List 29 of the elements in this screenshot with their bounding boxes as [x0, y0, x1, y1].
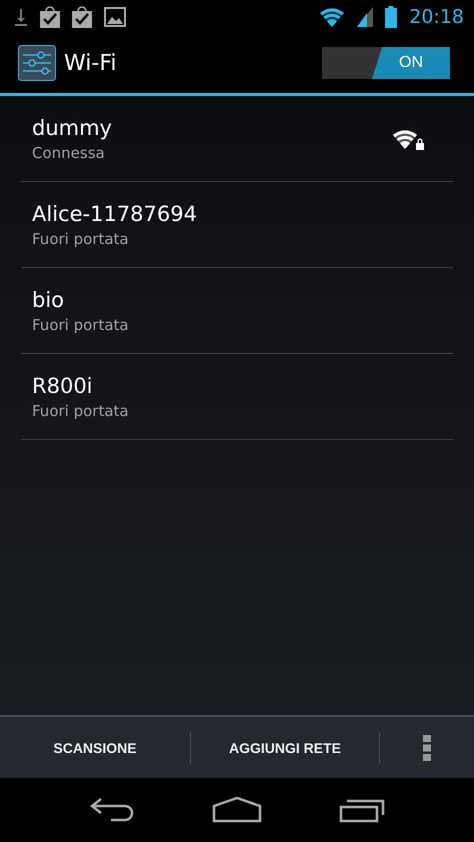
network-status: Fuori portata	[32, 402, 130, 420]
network-name: Alice-11787694	[32, 202, 198, 226]
network-name: R800i	[32, 374, 94, 398]
back-icon[interactable]	[88, 797, 135, 823]
clock-time: 20:18	[409, 6, 464, 28]
home-icon[interactable]	[212, 797, 262, 823]
shopping-bag-check-icon	[40, 6, 60, 28]
image-icon	[104, 6, 126, 26]
network-name: bio	[32, 288, 66, 312]
wifi-toggle[interactable]: ON	[322, 47, 450, 79]
cell-signal-icon	[357, 6, 374, 26]
network-status: Connessa	[32, 144, 106, 162]
battery-icon	[385, 6, 398, 28]
screen-title: Wi-Fi	[64, 50, 118, 76]
network-row[interactable]: bio Fuori portata	[21, 268, 453, 354]
wifi-signal-icon	[319, 6, 346, 28]
settings-sliders-icon[interactable]	[18, 45, 56, 81]
action-button[interactable]: AGGIUNGI RETE	[191, 717, 379, 778]
network-status: Fuori portata	[32, 316, 130, 334]
recent-apps-icon[interactable]	[339, 797, 386, 823]
network-row[interactable]: R800i Fuori portata	[21, 354, 453, 440]
action-button[interactable]: SCANSIONE	[0, 717, 190, 778]
download-icon	[14, 6, 28, 26]
network-row[interactable]: dummy Connessa	[21, 96, 453, 182]
network-status: Fuori portata	[32, 230, 130, 248]
network-name: dummy	[32, 116, 113, 140]
wifi-lock-icon	[392, 128, 424, 150]
network-row[interactable]: Alice-11787694 Fuori portata	[21, 182, 453, 268]
shopping-bag-check-icon	[72, 6, 92, 28]
